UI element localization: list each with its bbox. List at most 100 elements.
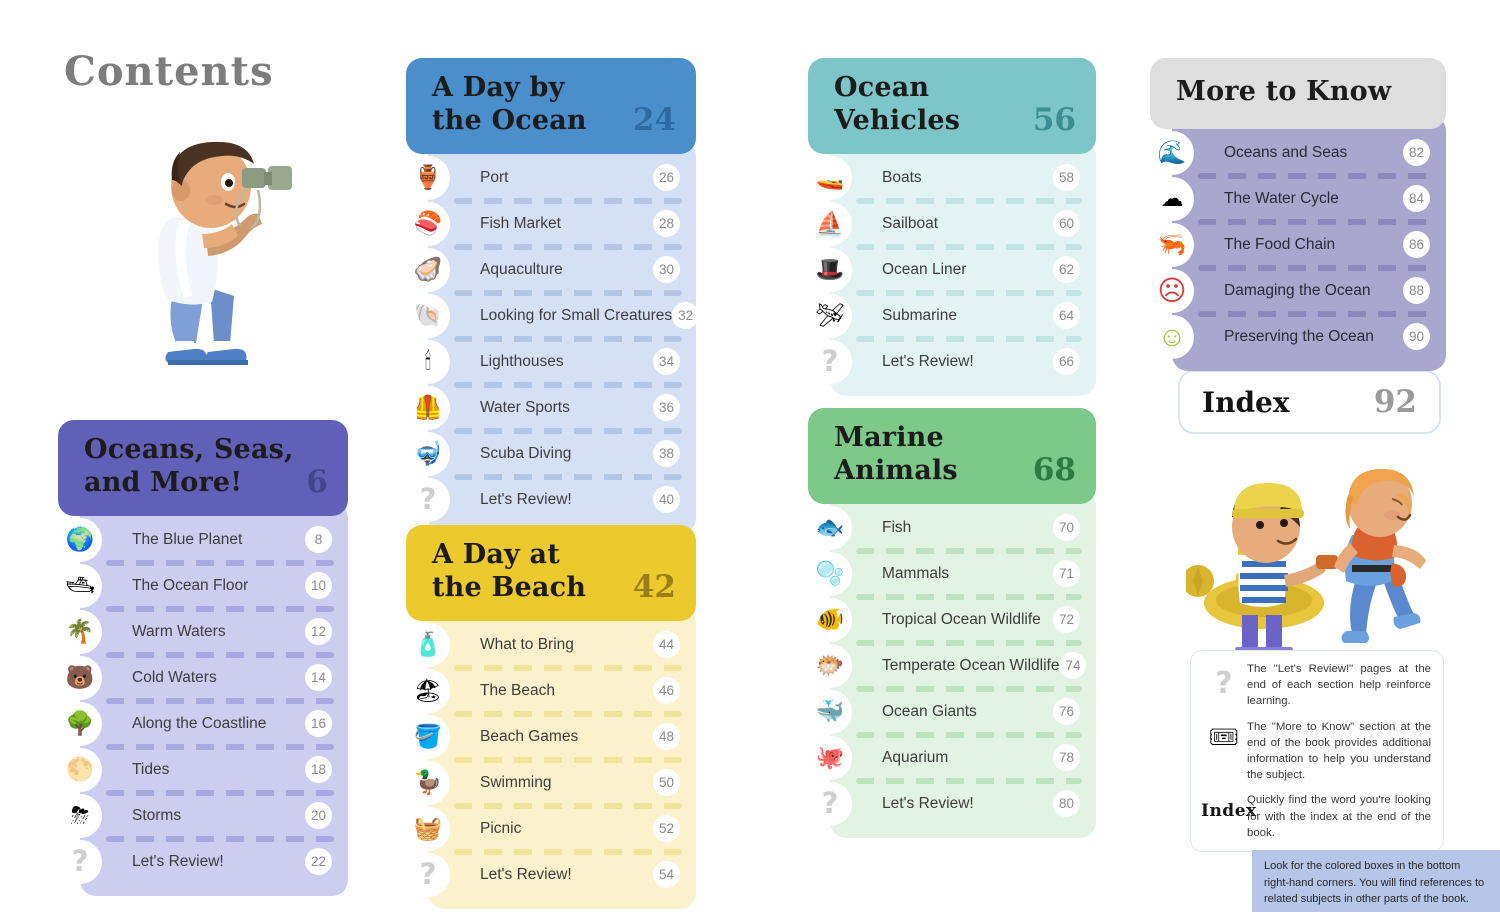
list-item-page: 90 [1403,323,1430,351]
question-mark-icon: ? [58,839,102,884]
list-item[interactable]: 🌊 Oceans and Seas 82 [1150,130,1446,175]
list-item[interactable]: 🏖 The Beach 46 [406,668,696,713]
polar-bear-icon: 🐻 [58,655,102,700]
list-item-page: 71 [1053,560,1080,588]
section-list: 🌊 Oceans and Seas 82 ☁ The Water Cycle 84 🦐 T… [1150,114,1446,371]
list-item-label: The Beach [480,681,555,699]
list-item-label: Along the Coastline [132,714,267,732]
section-a-day-at-the-beach[interactable]: A Day at the Beach 42 🧴 What to Bring 44 🏖… [406,525,696,909]
list-item[interactable]: 🦐 The Food Chain 86 [1150,222,1446,267]
list-item-label: Water Sports [480,398,570,416]
question-mark-icon: ? [406,852,450,897]
list-item-page: 40 [653,486,680,514]
list-item[interactable]: 🌕 Tides 18 [58,747,348,792]
list-item[interactable]: ⛈ Storms 20 [58,793,348,838]
cloud-icon: ☁ [1150,176,1194,221]
section-header[interactable]: Ocean Vehicles 56 [808,58,1096,154]
list-item[interactable]: 🍣 Fish Market 28 [406,201,696,246]
list-item[interactable]: 🛥 The Ocean Floor 10 [58,563,348,608]
list-item-label: Fish Market [480,214,561,232]
section-oceans-seas-and-more[interactable]: Oceans, Seas, and More! 6 🌍 The Blue Plan… [58,420,348,896]
picnic-basket-icon: 🧺 [406,806,450,851]
plankton-icon: 🦐 [1150,222,1194,267]
section-header[interactable]: Marine Animals 68 [808,408,1096,504]
list-item[interactable]: 🐟 Fish 70 [808,505,1096,550]
list-item[interactable]: 🚤 Boats 58 [808,155,1096,200]
list-item[interactable]: ? Let's Review! 40 [406,477,696,522]
list-item-page: 74 [1059,652,1087,680]
section-list: 🌍 The Blue Planet 8 🛥 The Ocean Floor 10 🌴 Wa… [58,501,348,896]
list-item[interactable]: 🐙 Aquarium 78 [808,735,1096,780]
section-header[interactable]: A Day by the Ocean 24 [406,58,696,154]
list-item-page: 60 [1053,210,1080,238]
section-title: Ocean Vehicles [834,72,961,136]
section-marine-animals[interactable]: Marine Animals 68 🐟 Fish 70 🫧 Mammals 71 🐠 Tr… [808,408,1096,838]
list-item-page: 12 [305,618,332,646]
section-more-to-know[interactable]: More to Know 🌊 Oceans and Seas 82 ☁ The Wat… [1150,58,1446,371]
list-item-label: The Water Cycle [1224,189,1339,207]
list-item[interactable]: ? Let's Review! 66 [808,339,1096,384]
list-item[interactable]: 🛩 Submarine 64 [808,293,1096,338]
bubbles-icon: 🫧 [808,551,852,596]
list-item[interactable]: 🪣 Beach Games 48 [406,714,696,759]
section-header[interactable]: A Day at the Beach 42 [406,525,696,621]
scuba-tank-icon: 🤿 [406,431,450,476]
list-item[interactable]: ? Let's Review! 80 [808,781,1096,826]
section-page-number: 56 [1032,101,1076,138]
section-header[interactable]: Oceans, Seas, and More! 6 [58,420,348,516]
legend-row: 🎟 The "More to Know" section at the end … [1201,719,1431,784]
page-title: Contents [64,48,274,95]
index-card[interactable]: Index 92 [1178,370,1441,434]
index-label: Index [1202,385,1290,419]
list-item[interactable]: 🏺 Port 26 [406,155,696,200]
list-item[interactable]: ☹ Damaging the Ocean 88 [1150,268,1446,313]
list-item[interactable]: ⛵ Sailboat 60 [808,201,1096,246]
list-item-page: 76 [1053,698,1080,726]
list-item-label: Mammals [882,564,950,582]
section-title: Oceans, Seas, and More! [84,434,294,498]
list-item[interactable]: 🐳 Ocean Giants 76 [808,689,1096,734]
list-item[interactable]: 🌳 Along the Coastline 16 [58,701,348,746]
list-item-label: Let's Review! [882,794,974,812]
list-item-page: 62 [1053,256,1080,284]
list-item[interactable]: 🕯 Lighthouses 34 [406,339,696,384]
anglerfish-icon: 🐡 [808,643,852,688]
list-item-label: What to Bring [480,635,574,653]
list-item[interactable]: 🐡 Temperate Ocean Wildlife 74 [808,643,1096,688]
list-item-label: Let's Review! [480,865,572,883]
list-item-label: Preserving the Ocean [1224,327,1374,345]
boy-with-binoculars-illustration [157,141,292,365]
section-header[interactable]: More to Know [1150,58,1446,129]
list-item[interactable]: 🦪 Aquaculture 30 [406,247,696,292]
list-item[interactable]: 🦆 Swimming 50 [406,760,696,805]
list-item[interactable]: 🌴 Warm Waters 12 [58,609,348,654]
list-item-page: 70 [1053,514,1080,542]
list-item[interactable]: ☺ Preserving the Ocean 90 [1150,314,1446,359]
list-item-label: Sailboat [882,214,939,232]
legend-box: ? The "Let's Review!" pages at the end o… [1190,650,1444,852]
list-item-label: Fish [882,518,912,536]
list-item[interactable]: 🐠 Tropical Ocean Wildlife 72 [808,597,1096,642]
footer-note: Look for the colored boxes in the bottom… [1252,850,1500,912]
list-item-label: Ocean Giants [882,702,977,720]
question-mark-icon: ? [406,477,450,522]
list-item[interactable]: ? Let's Review! 54 [406,852,696,897]
section-ocean-vehicles[interactable]: Ocean Vehicles 56 🚤 Boats 58 ⛵ Sailboat 60 🎩… [808,58,1096,396]
list-item[interactable]: ☁ The Water Cycle 84 [1150,176,1446,221]
list-item[interactable]: 🌍 The Blue Planet 8 [58,517,348,562]
list-item[interactable]: 🧺 Picnic 52 [406,806,696,851]
legend-text: The "More to Know" section at the end of… [1247,720,1431,782]
list-item[interactable]: 🐚 Looking for Small Creatures 32 [406,293,700,338]
list-item[interactable]: 🐻 Cold Waters 14 [58,655,348,700]
list-item[interactable]: 🧴 What to Bring 44 [406,622,696,667]
section-a-day-by-the-ocean[interactable]: A Day by the Ocean 24 🏺 Port 26 🍣 Fish Mark… [406,58,700,534]
list-item[interactable]: 🦺 Water Sports 36 [406,385,696,430]
life-vest-icon: 🦺 [406,385,450,430]
section-title: More to Know [1176,76,1392,107]
list-item[interactable]: 🤿 Scuba Diving 38 [406,431,696,476]
list-item[interactable]: 🎩 Ocean Liner 62 [808,247,1096,292]
list-item[interactable]: ? Let's Review! 22 [58,839,348,884]
list-item-label: The Blue Planet [132,530,243,548]
captain-hat-icon: 🎩 [808,247,852,292]
list-item[interactable]: 🫧 Mammals 71 [808,551,1096,596]
